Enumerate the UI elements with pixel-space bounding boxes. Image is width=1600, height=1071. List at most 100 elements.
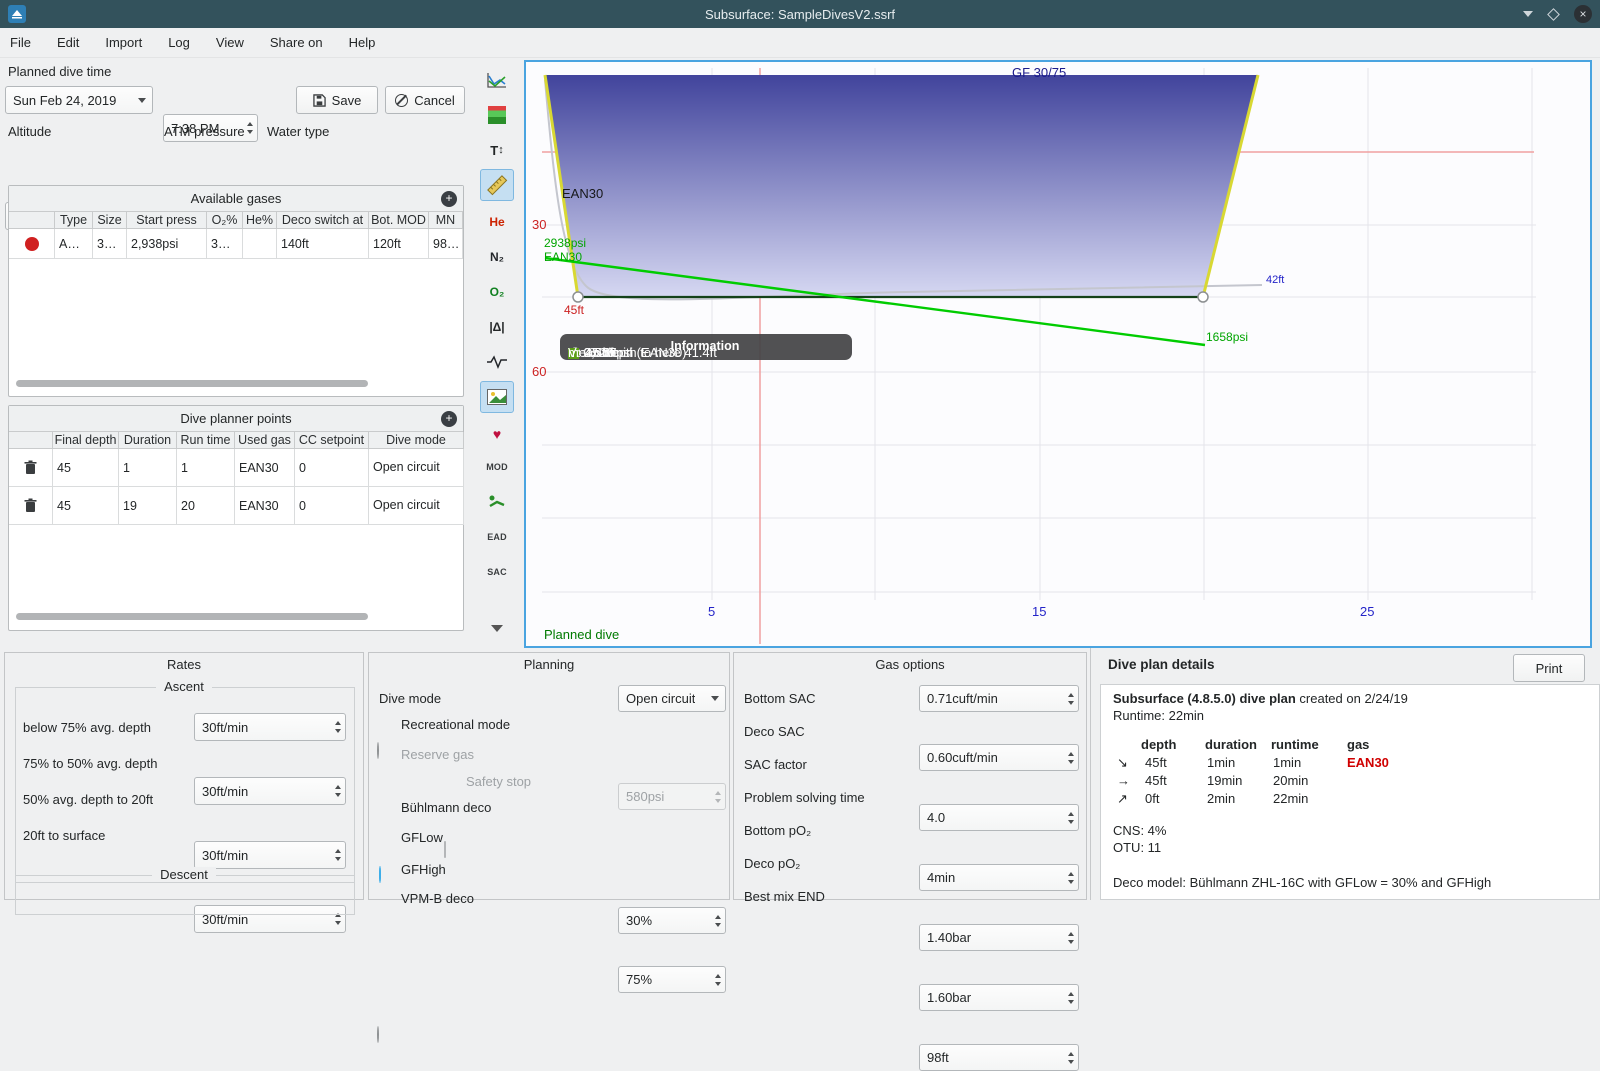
chevron-down-icon <box>138 97 146 103</box>
menu-help[interactable]: Help <box>349 35 376 50</box>
deco-po2-spinner[interactable]: 1.60bar <box>919 984 1079 1011</box>
segment-arrow: ↘ <box>1117 755 1128 770</box>
dive-plan-details-panel: Dive plan details Print Subsurface (4.8.… <box>1093 648 1600 900</box>
dive-mode-label: Dive mode <box>379 691 442 706</box>
gas-option-label: SAC factor <box>744 757 807 772</box>
shade-window-icon[interactable] <box>1523 11 1533 17</box>
heart-rate-icon[interactable]: ♥ <box>480 418 514 450</box>
add-point-button[interactable]: + <box>441 410 457 427</box>
scale-icon[interactable]: T ↕ <box>480 134 514 166</box>
gases-hscrollbar[interactable] <box>16 380 368 387</box>
bottom-sac-spinner[interactable]: 0.71cuft/min <box>919 685 1079 712</box>
ruler-icon[interactable] <box>480 169 514 201</box>
sac-icon[interactable]: SAC <box>480 556 514 588</box>
altitude-label: Altitude <box>8 124 52 139</box>
close-window-icon[interactable]: × <box>1574 5 1592 23</box>
n2-partial-pressure-icon[interactable]: N₂ <box>480 241 514 273</box>
menu-log[interactable]: Log <box>168 35 190 50</box>
deco-model-line: Deco model: Bühlmann ZHL-16C with GFLow … <box>1113 875 1492 890</box>
planned-dive-time-label: Planned dive time <box>8 64 112 79</box>
mod-icon[interactable]: MOD <box>480 451 514 483</box>
sac-factor-spinner[interactable]: 4.0 <box>919 804 1079 831</box>
toolbar-collapse-chevron-icon[interactable] <box>480 612 514 644</box>
waypoint-handle[interactable] <box>1197 291 1209 303</box>
problem-solving-time-spinner[interactable]: 4min <box>919 864 1079 891</box>
gas-option-label: Bottom pO₂ <box>744 823 812 838</box>
gfhigh-spinner[interactable]: 75% <box>618 966 726 993</box>
buhlmann-deco-radio[interactable] <box>379 866 381 883</box>
buhlmann-deco-label: Bühlmann deco <box>401 800 492 815</box>
dive-date-combo[interactable]: Sun Feb 24, 2019 <box>5 86 153 114</box>
gflow-spinner[interactable]: 30% <box>618 907 726 934</box>
rate-spinner[interactable]: 30ft/min <box>194 713 346 741</box>
profile-options-icon[interactable] <box>480 64 514 96</box>
vpmb-deco-label: VPM-B deco <box>401 891 474 906</box>
available-gases-box: Available gases + Type Size Start press … <box>8 185 464 397</box>
gas-option-label: Best mix END <box>744 889 825 904</box>
rate-spinner[interactable]: 30ft/min <box>194 777 346 805</box>
available-gases-title: Available gases <box>190 191 282 206</box>
photos-icon[interactable] <box>480 381 514 413</box>
time-tick-15: 15 <box>1032 604 1047 619</box>
cns-line: CNS: 4% <box>1113 823 1167 838</box>
delete-point-icon[interactable] <box>9 487 53 525</box>
gas-option-label: Bottom SAC <box>744 691 816 706</box>
cancel-button[interactable]: Cancel <box>385 86 465 114</box>
best-mix-end-spinner[interactable]: 98ft <box>919 1044 1079 1071</box>
gas-options-panel: Gas options Bottom SAC 0.71cuft/min Deco… <box>733 652 1087 1071</box>
menu-view[interactable]: View <box>216 35 244 50</box>
information-tooltip[interactable]: Information @: 6:20 D: 45.0ft P: 2,557ps… <box>560 334 852 360</box>
rates-title: Rates <box>167 657 201 672</box>
line-graph-icon[interactable] <box>480 346 514 378</box>
gf-label: GF 30/75 <box>1012 65 1067 80</box>
reserve-gas-label: Reserve gas <box>401 747 474 762</box>
delete-point-icon[interactable] <box>9 449 53 487</box>
cylinder-icon[interactable] <box>9 229 55 259</box>
recreational-mode-label: Recreational mode <box>401 717 511 732</box>
atm-pressure-label: ATM pressure <box>164 124 245 139</box>
ead-icon[interactable]: EAD <box>480 521 514 553</box>
rate-label: 20ft to surface <box>23 828 106 843</box>
tissues-icon[interactable]: |Δ| <box>480 311 514 343</box>
vpmb-deco-radio[interactable] <box>377 1026 379 1043</box>
he-partial-pressure-icon[interactable]: He <box>480 206 514 238</box>
save-button[interactable]: Save <box>296 86 378 114</box>
deco-sac-spinner[interactable]: 0.60cuft/min <box>919 744 1079 771</box>
otu-line: OTU: 11 <box>1113 840 1162 855</box>
keep-above-icon[interactable] <box>1547 7 1560 21</box>
ceiling-icon[interactable] <box>480 99 514 131</box>
diver-icon[interactable] <box>480 486 514 518</box>
start-gas-label: EAN30 <box>544 250 583 264</box>
menubar: File Edit Import Log View Share on Help <box>0 28 1600 58</box>
ascent-title: Ascent <box>5 679 363 694</box>
start-pressure-label: 2938psi <box>544 236 587 250</box>
rate-spinner[interactable]: 30ft/min <box>194 841 346 869</box>
rates-panel: Rates Ascent below 75% avg. depth 30ft/m… <box>4 652 364 933</box>
dive-profile-chart[interactable]: GF 30/75 30 60 5 15 25 Planned dive EAN3… <box>524 60 1592 648</box>
app-logo-icon <box>8 5 26 23</box>
gas-options-title: Gas options <box>875 657 945 672</box>
menu-file[interactable]: File <box>10 35 31 50</box>
o2-partial-pressure-icon[interactable]: O₂ <box>480 276 514 308</box>
gas-option-label: Deco pO₂ <box>744 856 801 871</box>
menu-edit[interactable]: Edit <box>57 35 79 50</box>
time-tick-5: 5 <box>708 604 716 619</box>
waypoint-handle[interactable] <box>572 291 584 303</box>
recreational-mode-radio[interactable] <box>377 742 379 759</box>
gases-table: Type Size Start press O₂% He% Deco switc… <box>9 212 463 259</box>
points-hscrollbar[interactable] <box>16 613 368 620</box>
menu-import[interactable]: Import <box>105 35 142 50</box>
save-icon <box>312 93 326 107</box>
spin-arrows-icon[interactable] <box>247 115 253 141</box>
dive-planner-points-box: Dive planner points + Final depth Durati… <box>8 405 464 631</box>
menu-share-on[interactable]: Share on <box>270 35 323 50</box>
planning-title: Planning <box>523 657 575 672</box>
end-pressure-label: 1658psi <box>1206 330 1249 344</box>
print-button[interactable]: Print <box>1513 654 1585 682</box>
gas-type-cell[interactable]: A… <box>55 229 93 259</box>
dive-mode-combo[interactable]: Open circuit <box>618 685 726 712</box>
plan-heading-date: created on 2/24/19 <box>1295 691 1408 706</box>
add-gas-button[interactable]: + <box>441 190 457 207</box>
gas-option-label: Problem solving time <box>744 790 865 805</box>
bottom-po2-spinner[interactable]: 1.40bar <box>919 924 1079 951</box>
